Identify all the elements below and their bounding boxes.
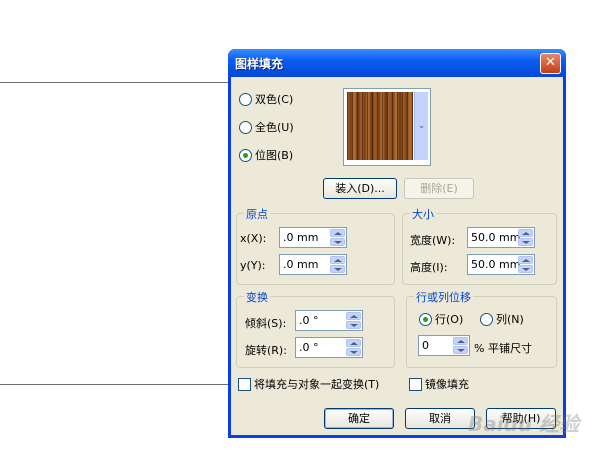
radio-label: 双色(C) — [255, 93, 294, 106]
group-title: 行或列位移 — [414, 289, 473, 305]
radio-two-color[interactable]: 双色(C) — [239, 91, 293, 107]
watermark: Baidu 经验 — [468, 412, 580, 436]
rotate-label: 旋转(R): — [245, 344, 287, 357]
checkbox-box — [238, 377, 251, 391]
spin-up-button[interactable] — [346, 339, 361, 347]
spin-value: .0 ° — [299, 341, 319, 354]
height-spinner[interactable]: 50.0 mm — [467, 254, 535, 275]
radio-label: 全色(U) — [255, 121, 294, 134]
radio-circle — [239, 92, 252, 106]
ok-button[interactable]: 确定 — [324, 408, 394, 429]
spin-down-button[interactable] — [330, 238, 345, 246]
offset-group: 行或列位移 — [406, 289, 557, 368]
origin-x-spinner[interactable]: .0 mm — [279, 227, 347, 248]
height-label: 高度(I): — [410, 261, 448, 274]
spin-down-button[interactable] — [518, 265, 533, 273]
origin-y-label: y(Y): — [240, 259, 266, 272]
close-button[interactable]: ✕ — [540, 53, 561, 74]
radio-circle — [239, 120, 252, 134]
tile-size-label: % 平铺尺寸 — [474, 342, 532, 355]
radio-circle-checked — [239, 148, 252, 162]
skew-spinner[interactable]: .0 ° — [295, 310, 363, 331]
preview-dropdown-button[interactable]: ⌄ — [414, 92, 428, 160]
width-label: 宽度(W): — [410, 234, 456, 247]
spin-buttons — [346, 339, 361, 356]
origin-y-spinner[interactable]: .0 mm — [279, 254, 347, 275]
wood-pattern-preview — [347, 92, 413, 160]
checkbox-label: 镜像填充 — [425, 378, 469, 391]
skew-label: 倾斜(S): — [245, 317, 287, 330]
close-icon: ✕ — [545, 55, 556, 70]
radio-label: 列(N) — [496, 313, 524, 326]
width-spinner[interactable]: 50.0 mm — [467, 227, 535, 248]
origin-x-label: x(X): — [240, 232, 267, 245]
spin-up-button[interactable] — [518, 229, 533, 237]
spin-value: .0 mm — [283, 258, 319, 271]
offset-amount-spinner[interactable]: 0 — [418, 335, 470, 356]
pattern-fill-dialog: 图样填充 ✕ 双色(C) 全色(U) 位图(B) ⌄ 装入(D)... 删除(E… — [228, 49, 566, 438]
radio-circle-checked — [419, 312, 432, 326]
spin-up-button[interactable] — [330, 229, 345, 237]
load-button[interactable]: 装入(D)... — [323, 178, 397, 199]
spin-buttons — [453, 337, 468, 354]
transform-with-object-checkbox[interactable]: 将填充与对象一起变换(T) — [238, 376, 379, 392]
spin-down-button[interactable] — [346, 321, 361, 329]
spin-up-button[interactable] — [330, 256, 345, 264]
delete-button[interactable]: 删除(E) — [404, 178, 474, 199]
radio-label: 行(O) — [435, 313, 464, 326]
radio-column[interactable]: 列(N) — [480, 311, 524, 327]
title-bar[interactable]: 图样填充 ✕ — [228, 49, 566, 77]
spin-value: 50.0 mm — [471, 231, 521, 244]
group-title: 变换 — [244, 289, 270, 305]
spin-value: .0 mm — [283, 231, 319, 244]
spin-down-button[interactable] — [453, 346, 468, 354]
background-line-bottom — [0, 384, 230, 385]
spin-buttons — [518, 256, 533, 273]
radio-full-color[interactable]: 全色(U) — [239, 119, 294, 135]
group-title: 原点 — [244, 206, 270, 222]
radio-row[interactable]: 行(O) — [419, 311, 463, 327]
radio-circle — [480, 312, 493, 326]
dialog-client: 双色(C) 全色(U) 位图(B) ⌄ 装入(D)... 删除(E) 原点 x(… — [231, 77, 563, 435]
pattern-preview-picker[interactable]: ⌄ — [343, 88, 431, 166]
checkbox-label: 将填充与对象一起变换(T) — [254, 378, 380, 391]
background-line-top — [0, 82, 230, 83]
chevron-down-icon: ⌄ — [417, 121, 426, 131]
spin-buttons — [330, 256, 345, 273]
rotate-spinner[interactable]: .0 ° — [295, 337, 363, 358]
spin-value: 0 — [422, 339, 429, 352]
spin-buttons — [346, 312, 361, 329]
spin-buttons — [330, 229, 345, 246]
spin-up-button[interactable] — [346, 312, 361, 320]
spin-down-button[interactable] — [330, 265, 345, 273]
mirror-fill-checkbox[interactable]: 镜像填充 — [409, 376, 469, 392]
radio-label: 位图(B) — [255, 149, 294, 162]
spin-down-button[interactable] — [518, 238, 533, 246]
cancel-button[interactable]: 取消 — [405, 408, 475, 429]
checkbox-box — [409, 377, 422, 391]
spin-up-button[interactable] — [518, 256, 533, 264]
dialog-title: 图样填充 — [235, 57, 284, 71]
spin-up-button[interactable] — [453, 337, 468, 345]
spin-value: .0 ° — [299, 314, 319, 327]
spin-down-button[interactable] — [346, 348, 361, 356]
spin-value: 50.0 mm — [471, 258, 521, 271]
spin-buttons — [518, 229, 533, 246]
group-title: 大小 — [410, 206, 436, 222]
radio-bitmap[interactable]: 位图(B) — [239, 147, 293, 163]
